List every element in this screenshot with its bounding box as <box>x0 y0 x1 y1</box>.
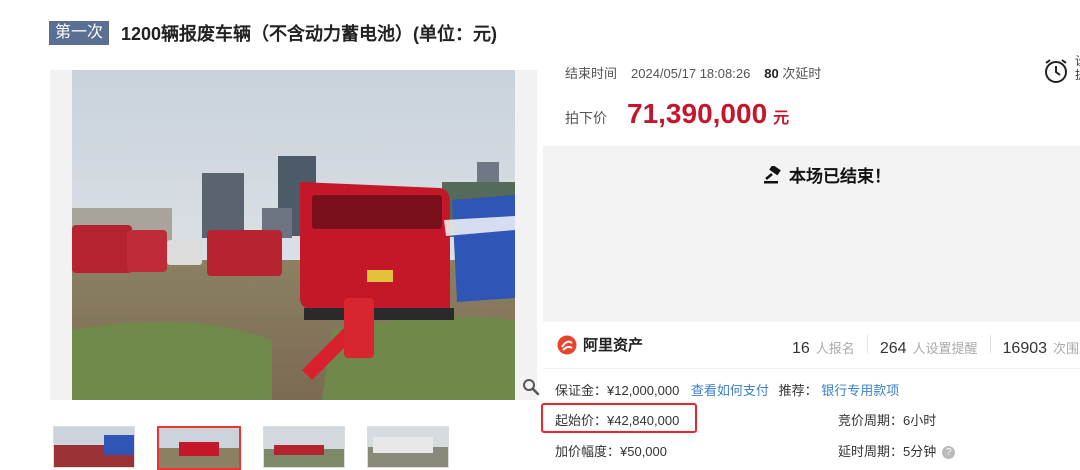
price-unit: 元 <box>773 110 790 127</box>
end-time-label: 结束时间 <box>565 66 618 81</box>
recommend-label: 推荐： <box>778 383 818 398</box>
final-price-row: 拍下价 71,390,000 元 <box>565 98 789 130</box>
set-reminder-label[interactable]: 设提 <box>1075 54 1080 82</box>
bid-increment: 加价幅度：¥50,000 <box>555 444 667 459</box>
divider <box>989 335 991 353</box>
deposit-row: 保证金：¥12,000,000 查看如何支付 推荐： 银行专用款项 <box>555 380 899 399</box>
main-photo[interactable] <box>72 70 515 400</box>
gavel-icon <box>764 165 781 183</box>
delay-suffix: 次延时 <box>782 66 822 81</box>
delay-period: 延时周期：5分钟 <box>838 444 937 459</box>
bid-period: 竞价周期：6小时 <box>838 413 937 428</box>
signup-count: 16 <box>792 340 810 357</box>
final-price-value: 71,390,000 <box>627 98 768 129</box>
zoom-icon[interactable] <box>522 378 540 396</box>
signup-label: 人报名 <box>815 341 855 356</box>
deposit-amount: 保证金：¥12,000,000 <box>555 383 680 398</box>
view-count: 16903 <box>1002 340 1048 357</box>
bank-payment-link[interactable]: 银行专用款项 <box>821 383 899 398</box>
stats-group: 16 人报名 264 人设置提醒 16903 次围观 <box>792 335 1080 358</box>
delay-count: 80 <box>764 66 779 81</box>
platform-name: 阿里资产 <box>583 337 644 354</box>
platform-stats-row: 阿里资产 16 人报名 264 人设置提醒 16903 次围观 <box>543 324 1080 369</box>
end-time-value: 2024/05/17 18:08:26 <box>631 66 751 81</box>
start-price: 起始价：¥42,840,000 <box>555 413 680 428</box>
thumbnail-strip <box>53 426 449 470</box>
delay-info: 80 次延时 <box>764 63 821 82</box>
page-title: 1200辆报废车辆（不含动力蓄电池）(单位：元) <box>121 24 498 44</box>
final-price-label: 拍下价 <box>565 110 607 126</box>
divider <box>866 335 868 353</box>
auction-ended-text: 本场已结束！ <box>789 167 891 186</box>
view-label: 次围观 <box>1053 341 1080 356</box>
alarm-clock-icon[interactable] <box>1043 58 1069 84</box>
end-time-row: 结束时间 2024/05/17 18:08:26 80 次延时 <box>565 63 821 82</box>
main-photo-frame <box>50 70 537 400</box>
delay-period-row: 延时周期：5分钟? <box>838 441 956 460</box>
round-tag: 第一次 <box>49 21 110 45</box>
auction-title-row: 第一次 1200辆报废车辆（不含动力蓄电池）(单位：元) <box>49 20 497 46</box>
platform-logo[interactable]: 阿里资产 <box>557 334 643 355</box>
reminder-label: 人设置提醒 <box>912 341 978 356</box>
reminder-count: 264 <box>879 340 907 357</box>
ali-assets-logo-icon <box>557 335 577 354</box>
auction-ended-panel: 本场已结束！ <box>543 146 1080 322</box>
thumbnail-2[interactable] <box>157 426 241 470</box>
help-icon[interactable]: ? <box>942 446 956 460</box>
how-to-pay-link[interactable]: 查看如何支付 <box>691 383 769 398</box>
